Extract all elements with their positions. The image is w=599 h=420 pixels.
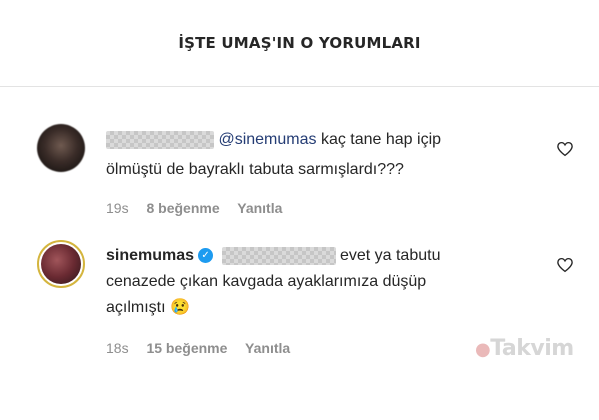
heart-icon[interactable] bbox=[556, 140, 574, 158]
likes-count[interactable]: 8 beğenme bbox=[146, 200, 219, 216]
blurred-username bbox=[106, 130, 214, 149]
comment-text-line-3: açılmıştı 😢 bbox=[106, 299, 190, 316]
username-link[interactable]: sinemumas bbox=[106, 247, 194, 264]
heart-icon[interactable] bbox=[556, 256, 574, 274]
comment-time: 19s bbox=[106, 200, 129, 216]
comment-meta: 18s 15 beğenme Yanıtla bbox=[106, 340, 304, 356]
reply-button[interactable]: Yanıtla bbox=[245, 340, 290, 356]
comment-meta: 19s 8 beğenme Yanıtla bbox=[106, 200, 296, 216]
blurred-mention bbox=[221, 246, 336, 265]
comment-text-line-1: sinemumas ✓ evet ya tabutu bbox=[106, 244, 440, 268]
avatar[interactable] bbox=[37, 124, 85, 172]
comment-time: 18s bbox=[106, 340, 129, 356]
comment-text-line-2: cenazede çıkan kavgada ayaklarımıza düşü… bbox=[106, 273, 427, 290]
mention-link[interactable]: @sinemumas bbox=[218, 131, 316, 148]
likes-count[interactable]: 15 beğenme bbox=[146, 340, 227, 356]
comment-text: kaç tane hap içip bbox=[316, 131, 442, 148]
avatar[interactable] bbox=[37, 240, 85, 288]
watermark-text: Takvim bbox=[490, 336, 574, 361]
comment-text: evet ya tabutu bbox=[335, 247, 441, 264]
verified-icon: ✓ bbox=[198, 248, 214, 264]
page-title: İŞTE UMAŞ'IN O YORUMLARI bbox=[178, 34, 421, 52]
watermark-logo: ●Takvim bbox=[475, 336, 574, 361]
comment-text-line-1: @sinemumas kaç tane hap içip bbox=[106, 128, 441, 152]
reply-button[interactable]: Yanıtla bbox=[237, 200, 282, 216]
comment-text-line-2: ölmüştü de bayraklı tabuta sarmışlardı??… bbox=[106, 161, 404, 178]
divider bbox=[0, 86, 599, 87]
